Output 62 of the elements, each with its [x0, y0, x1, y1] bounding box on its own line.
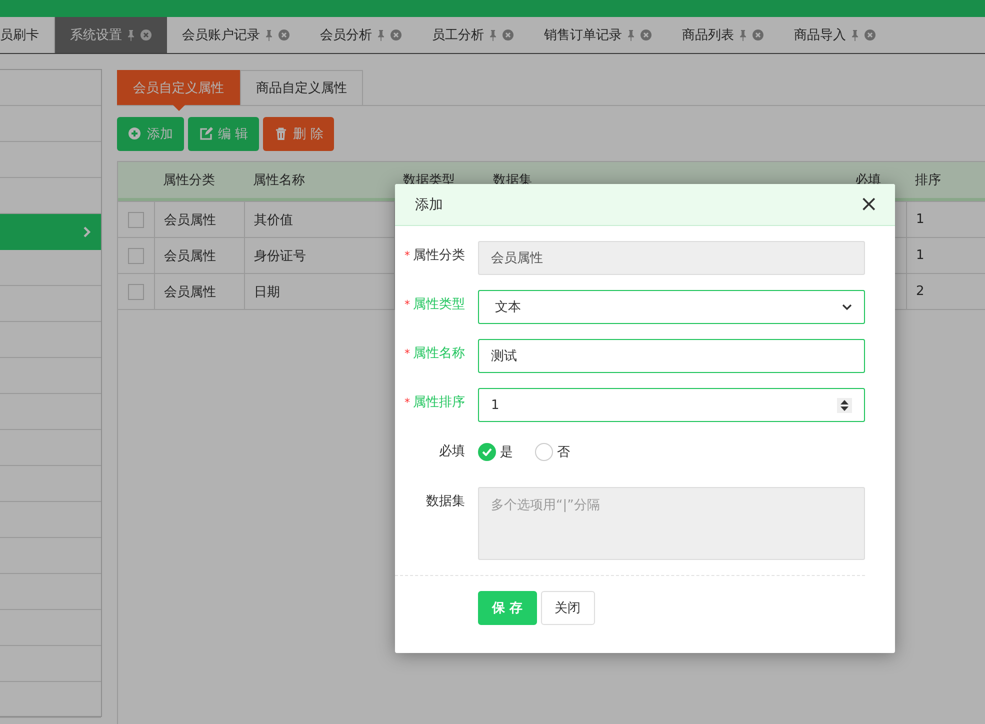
required-mark: *	[404, 298, 410, 311]
close-button[interactable]: ×	[860, 194, 878, 216]
close-button[interactable]: 关闭	[540, 591, 595, 625]
input-field: 会员属性	[478, 241, 865, 275]
nav-tab[interactable]: 商品导入	[779, 17, 891, 53]
field-label: 数据集	[425, 493, 466, 511]
required-mark: *	[404, 249, 410, 262]
close-icon[interactable]	[390, 29, 402, 41]
section-tab[interactable]: 商品自定义属性	[240, 70, 363, 105]
close-icon[interactable]	[752, 29, 764, 41]
dialog-title: 添加	[415, 196, 443, 214]
nav-tab[interactable]: 会员分析	[305, 17, 417, 53]
nav-tab[interactable]: 员工分析	[417, 17, 529, 53]
table-cell-text: 会员属性	[164, 212, 216, 228]
close-icon[interactable]	[640, 29, 652, 41]
pin-icon[interactable]	[627, 29, 635, 41]
row-checkbox[interactable]	[128, 248, 144, 264]
table-cell-text: 会员属性	[164, 248, 216, 264]
table-cell-text: 日期	[254, 284, 280, 300]
table-cell: 1	[916, 248, 924, 263]
nav-tab[interactable]: 销售订单记录	[529, 17, 667, 53]
close-icon[interactable]	[140, 29, 152, 41]
column-header: 属性名称	[252, 172, 306, 190]
nav-tab[interactable]: 系统设置	[55, 17, 167, 53]
field-label: * 属性类型	[404, 296, 466, 314]
close-icon[interactable]	[278, 29, 290, 41]
trash-icon	[274, 127, 288, 141]
tab-pointer-icon	[172, 105, 184, 111]
table-cell-text: 会员属性	[164, 284, 216, 300]
check-icon	[482, 448, 492, 456]
required-mark: *	[404, 396, 410, 409]
table-cell-text: 身份证号	[254, 248, 306, 264]
table-cell: 2	[916, 284, 924, 299]
select-field[interactable]: 文本	[478, 290, 865, 324]
spinner-icon[interactable]	[837, 398, 852, 412]
pin-icon[interactable]	[377, 29, 385, 41]
field-label: * 属性排序	[404, 394, 466, 412]
close-icon[interactable]	[502, 29, 514, 41]
chevron-right-icon	[83, 226, 91, 238]
pin-icon[interactable]	[739, 29, 747, 41]
edit-icon	[199, 127, 213, 141]
column-header: 排序	[914, 172, 942, 190]
pin-icon[interactable]	[489, 29, 497, 41]
field-label: 必填	[438, 443, 466, 461]
pin-icon[interactable]	[265, 29, 273, 41]
number-field[interactable]: 1	[478, 388, 865, 422]
row-checkbox[interactable]	[128, 284, 144, 300]
column-header: 属性分类	[162, 172, 216, 190]
pin-icon[interactable]	[851, 29, 859, 41]
required-mark: *	[404, 347, 410, 360]
field-label: * 属性名称	[404, 345, 466, 363]
table-cell: 1	[916, 212, 924, 227]
field-label: * 属性分类	[404, 247, 466, 265]
input-field[interactable]: 测试	[478, 339, 865, 373]
nav-tab[interactable]: 会员账户记录	[167, 17, 305, 53]
nav-tab[interactable]: 商品列表	[667, 17, 779, 53]
close-icon[interactable]	[864, 29, 876, 41]
chevron-down-icon	[842, 304, 852, 310]
plus-circle-icon	[128, 127, 142, 141]
pin-icon[interactable]	[127, 29, 135, 41]
table-cell-text: 其价值	[254, 212, 293, 228]
row-checkbox[interactable]	[128, 212, 144, 228]
